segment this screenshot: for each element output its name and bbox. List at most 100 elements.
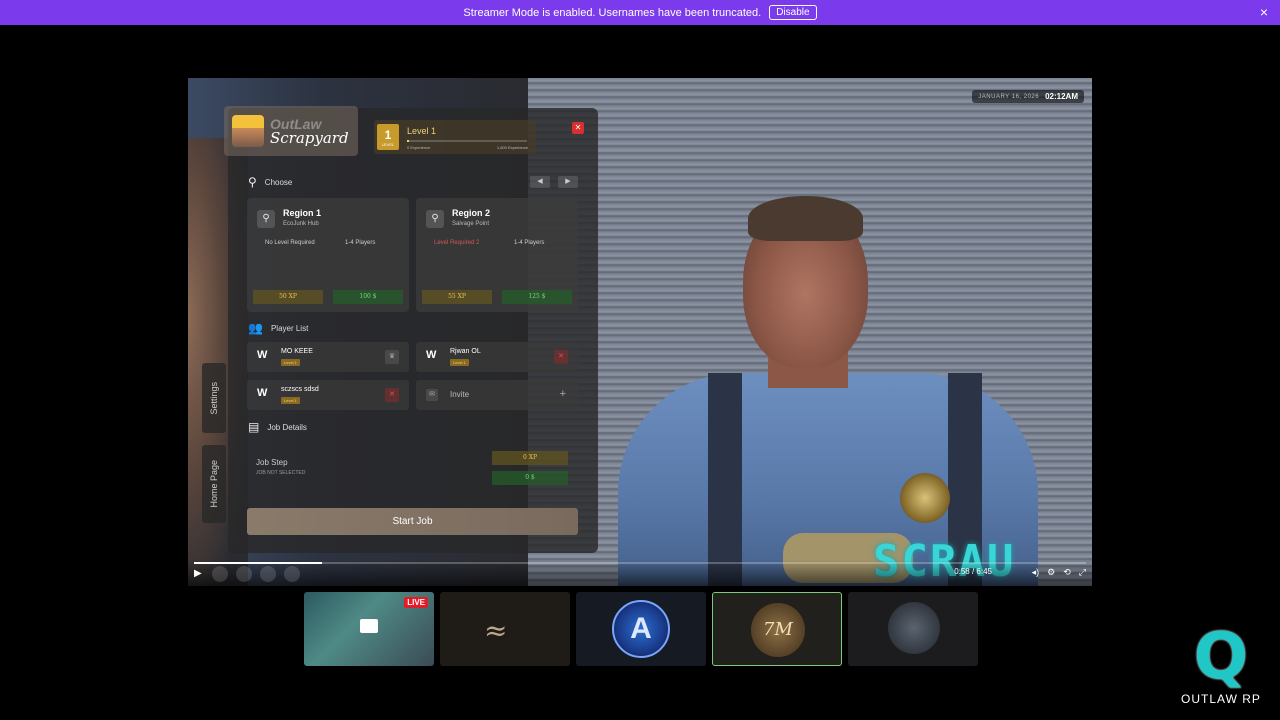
kick-player-button[interactable]: ✕	[554, 350, 568, 364]
job-details-title: ▤ Job Details	[248, 420, 307, 434]
player-level: Level 1	[450, 359, 469, 366]
player-slot-2: W Rjwan OL Level 1 ✕	[416, 342, 578, 372]
emblem-a-icon: A	[612, 600, 670, 658]
level-number-badge: 1 LEVEL	[377, 124, 399, 150]
player-level: Level 1	[281, 359, 300, 366]
disable-button[interactable]: Disable	[769, 5, 817, 20]
region-name: Region 2	[452, 208, 491, 218]
thumbnail-5[interactable]	[848, 592, 978, 666]
next-region-button[interactable]: ▶	[558, 176, 578, 188]
region-xp: 50 XP	[253, 290, 323, 304]
choose-section-title: ⚲ Choose	[248, 175, 292, 189]
thumbnail-3[interactable]: A	[576, 592, 706, 666]
job-money: 0 $	[492, 471, 568, 485]
hud-thirst-icon	[284, 566, 300, 582]
outlaw-rp-mark: Q	[1193, 620, 1249, 694]
job-details-label: Job Details	[267, 422, 307, 432]
video-progress-fill	[194, 562, 323, 564]
level-progress-bar	[407, 140, 527, 142]
game-time: 02:12AM	[1045, 92, 1078, 101]
game-date: JANUARY 16, 2026	[978, 93, 1040, 100]
thumbnail-2[interactable]: ≈	[440, 592, 570, 666]
close-icon[interactable]: ×	[1260, 4, 1268, 20]
prev-region-button[interactable]: ◀	[530, 176, 550, 188]
level-number: 1	[384, 127, 392, 142]
tab-home-page[interactable]: Home Page	[202, 445, 226, 523]
document-icon: ▤	[248, 420, 260, 434]
region-money: 125 $	[502, 290, 572, 304]
level-box: 1 LEVEL Level 1 0 Experience 1,600 Exper…	[374, 120, 536, 154]
region-money: 100 $	[333, 290, 403, 304]
plus-icon[interactable]: +	[560, 388, 566, 400]
region-card-2[interactable]: ⚲ Region 2 Salvage Point Level Required …	[416, 198, 578, 312]
leader-icon[interactable]: ♛	[385, 350, 399, 364]
thumbnail-live-stream[interactable]: LIVE	[304, 592, 434, 666]
outlaw-rp-text: OUTLAW RP	[1181, 692, 1261, 706]
player-slot-3: W sczscs sdsd Level 1 ✕	[247, 380, 409, 410]
swoosh-logo-icon: ≈	[484, 614, 508, 647]
region-name: Region 1	[283, 208, 322, 218]
brand-bottom-text: Scrapyard	[270, 128, 349, 147]
player-icon: W	[426, 349, 437, 361]
hud-health-icon	[212, 566, 228, 582]
video-progress-bar[interactable]	[194, 562, 1086, 564]
monitor-icon	[360, 619, 378, 633]
video-timecode: 0:58 / 6:45	[954, 567, 992, 576]
region-requirement: No Level Required	[265, 240, 315, 246]
hud-hunger-icon	[260, 566, 276, 582]
outlaw-rp-logo: Q OUTLAW RP	[1176, 622, 1266, 714]
level-xp-current: 0 Experience	[407, 145, 431, 150]
loop-icon[interactable]: ⟲	[1063, 567, 1071, 578]
hud-armor-icon	[236, 566, 252, 582]
region-sub: Salvage Point	[452, 221, 490, 227]
settings-gear-icon[interactable]: ⚙	[1047, 567, 1055, 578]
tab-settings[interactable]: Settings	[202, 363, 226, 433]
region-players: 1-4 Players	[345, 240, 376, 246]
region-pin-icon: ⚲	[257, 210, 275, 228]
game-clock: JANUARY 16, 2026 02:12AM	[972, 90, 1084, 103]
player-icon: W	[257, 349, 268, 361]
invite-label: Invite	[450, 390, 470, 399]
invite-slot[interactable]: ✉ Invite +	[416, 380, 578, 410]
level-xp-target: 1,600 Experience	[496, 145, 528, 150]
thumbnail-4-selected[interactable]: 7M	[712, 592, 842, 666]
choose-label: Choose	[264, 177, 293, 187]
side-tabs: Settings Home Page	[202, 363, 226, 523]
job-xp: 0 XP	[492, 451, 568, 465]
start-job-button[interactable]: Start Job	[247, 508, 578, 535]
kick-player-button[interactable]: ✕	[385, 388, 399, 402]
level-progress-fill	[407, 140, 410, 142]
play-icon[interactable]: ▶	[194, 568, 202, 579]
job-step-value: JOB NOT SELECTED	[256, 470, 306, 476]
region-pin-icon: ⚲	[426, 210, 444, 228]
character-badge	[900, 473, 950, 523]
tab-home-page-label: Home Page	[209, 460, 219, 508]
fullscreen-icon[interactable]: ⤢	[1079, 567, 1086, 578]
worker-avatar	[232, 115, 264, 147]
region-players: 1-4 Players	[514, 240, 545, 246]
job-step-label: Job Step	[256, 458, 288, 467]
tab-settings-label: Settings	[209, 381, 219, 415]
region-card-1[interactable]: ⚲ Region 1 EcoJunk Hub No Level Required…	[247, 198, 409, 312]
region-sub: EcoJunk Hub	[283, 221, 319, 227]
character-strap-left	[708, 373, 742, 586]
level-number-label: LEVEL	[381, 141, 395, 147]
player-icon: W	[257, 387, 268, 399]
streamer-banner: Streamer Mode is enabled. Usernames have…	[0, 0, 1280, 25]
player-list-title: 👥 Player List	[248, 321, 308, 335]
region-requirement: Level Required 2	[434, 240, 480, 246]
player-slot-1: W MO KEEE Level 1 ♛	[247, 342, 409, 372]
video-control-icons: ◂) ⚙ ⟲ ⤢	[1032, 567, 1086, 578]
emblem-7m-icon: 7M	[751, 603, 805, 657]
volume-icon[interactable]: ◂)	[1032, 567, 1040, 578]
scrapyard-brand: OutLaw Scrapyard	[224, 106, 358, 156]
player-name: sczscs sdsd	[281, 386, 319, 393]
region-nav: ◀ ▶	[530, 176, 578, 188]
player-level: Level 1	[281, 397, 300, 404]
banner-message: Streamer Mode is enabled. Usernames have…	[463, 6, 762, 19]
scrapyard-panel: OutLaw Scrapyard 1 LEVEL Level 1 0 Exper…	[224, 106, 598, 553]
panel-close-button[interactable]: ✕	[572, 122, 584, 134]
player-name: Rjwan OL	[450, 348, 481, 355]
character-hair	[748, 196, 863, 241]
player-list-label: Player List	[270, 323, 309, 333]
